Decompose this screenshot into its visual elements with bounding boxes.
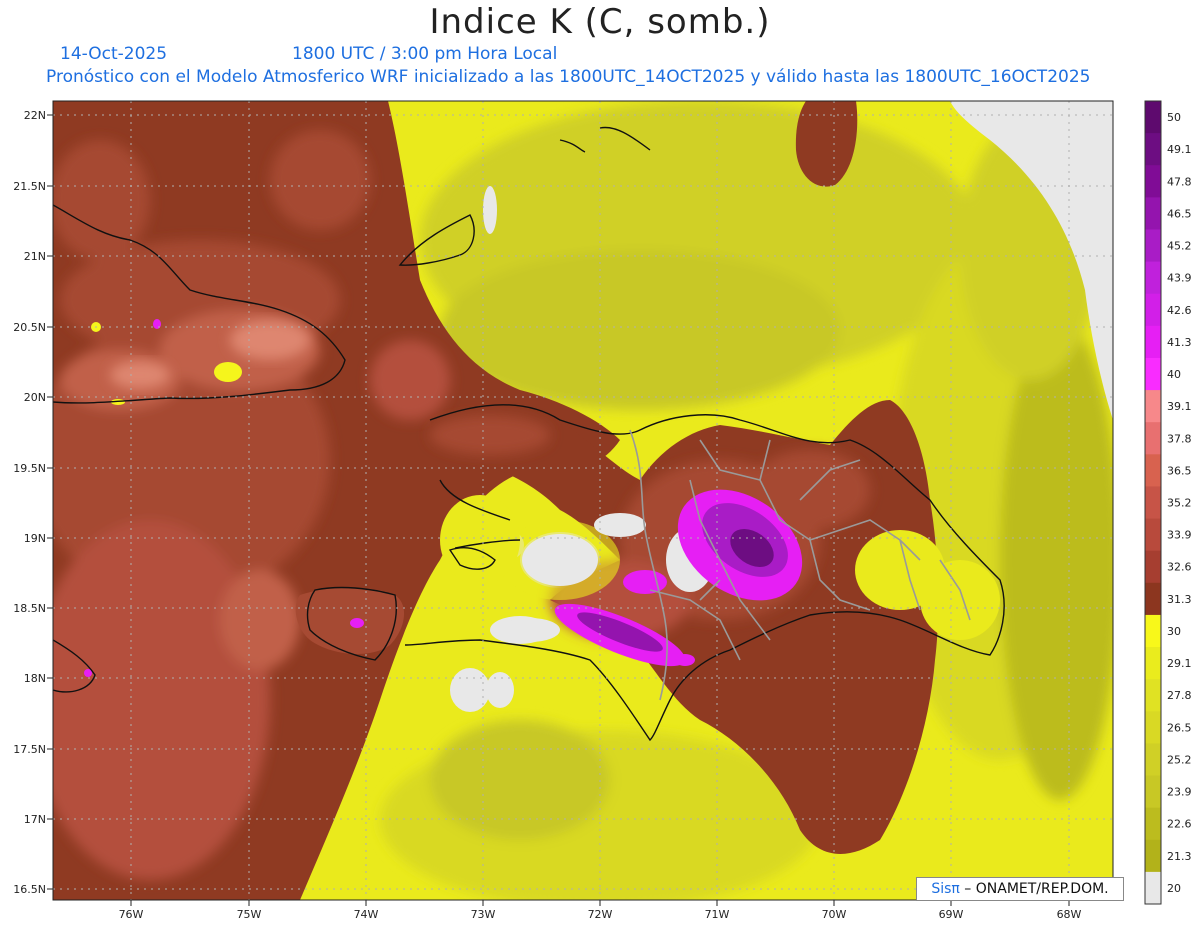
lon-label: 70W [822, 908, 847, 921]
legend-label: 21.3 [1167, 850, 1192, 863]
legend-swatch [1145, 743, 1161, 777]
lon-label: 76W [119, 908, 144, 921]
legend-swatch [1145, 357, 1161, 391]
legend-label: 46.5 [1167, 207, 1192, 220]
lat-label: 20.5N [13, 321, 46, 334]
legend-label: 43.9 [1167, 272, 1192, 285]
credit-org: – ONAMET/REP.DOM. [959, 881, 1109, 897]
lat-label: 22N [24, 109, 46, 122]
lat-label: 18.5N [13, 602, 46, 615]
legend-swatch [1145, 165, 1161, 198]
legend-label: 32.6 [1167, 561, 1192, 574]
legend-swatch [1145, 101, 1161, 134]
legend-label: 45.2 [1167, 240, 1192, 253]
legend-label: 29.1 [1167, 657, 1192, 670]
legend-label: 23.9 [1167, 786, 1192, 799]
lat-label: 17N [24, 813, 46, 826]
legend-label: 31.3 [1167, 593, 1192, 606]
legend-label: 36.5 [1167, 464, 1192, 477]
legend-label: 50 [1167, 111, 1181, 124]
lat-label: 19N [24, 532, 46, 545]
credit-box: Sisπ – ONAMET/REP.DOM. [916, 877, 1124, 901]
legend-swatch [1145, 518, 1161, 552]
legend-label: 41.3 [1167, 336, 1192, 349]
legend-label: 49.1 [1167, 143, 1192, 156]
lon-label: 74W [354, 908, 379, 921]
legend-swatch [1145, 454, 1161, 487]
legend-swatch [1145, 647, 1161, 680]
legend-label: 26.5 [1167, 721, 1192, 734]
legend-label: 30 [1167, 625, 1181, 638]
legend-swatch [1145, 775, 1161, 809]
shaded-field [53, 101, 1113, 900]
legend-label: 22.6 [1167, 818, 1192, 831]
lon-label: 73W [471, 908, 496, 921]
legend-swatch [1145, 390, 1161, 423]
lat-label: 17.5N [13, 743, 46, 756]
legend-swatch [1145, 229, 1161, 263]
lat-label: 18N [24, 672, 46, 685]
legend-swatch [1145, 486, 1161, 520]
legend-swatch [1145, 839, 1161, 873]
color-legend: 50 49.1 47.8 46.5 45.2 43.9 42.6 41.3 40 39.1 37.8… [1144, 100, 1192, 905]
legend-swatch [1145, 550, 1161, 584]
lon-label: 68W [1057, 908, 1082, 921]
lat-label: 19.5N [13, 462, 46, 475]
legend-label: 47.8 [1167, 175, 1192, 188]
longitude-axis: 76W 75W 74W 73W 72W 71W 70W 69W 68W [119, 908, 1082, 921]
lat-label: 21.5N [13, 180, 46, 193]
legend-label: 42.6 [1167, 304, 1192, 317]
lon-label: 69W [939, 908, 964, 921]
lat-label: 16.5N [13, 883, 46, 896]
legend-swatch [1145, 582, 1161, 616]
legend-swatch [1145, 422, 1161, 455]
legend-swatch [1145, 871, 1161, 905]
legend-label: 37.8 [1167, 432, 1192, 445]
legend-label: 27.8 [1167, 689, 1192, 702]
legend-swatch [1145, 679, 1161, 712]
legend-swatch [1145, 614, 1161, 648]
legend-swatch [1145, 293, 1161, 327]
lon-label: 75W [237, 908, 262, 921]
legend-swatch [1145, 807, 1161, 841]
latitude-axis: 22N 21.5N 21N 20.5N 20N 19.5N 19N 18.5N … [13, 109, 46, 896]
legend-label: 33.9 [1167, 529, 1192, 542]
k-index-map: 22N 21.5N 21N 20.5N 20N 19.5N 19N 18.5N … [13, 100, 1192, 921]
legend-swatch [1145, 261, 1161, 295]
legend-label: 25.2 [1167, 753, 1192, 766]
lat-label: 20N [24, 391, 46, 404]
legend-swatch [1145, 133, 1161, 166]
legend-label: 40 [1167, 368, 1181, 381]
lon-label: 71W [705, 908, 730, 921]
legend-swatch [1145, 711, 1161, 744]
lat-label: 21N [24, 250, 46, 263]
sis-logo-text: Sisπ [931, 881, 960, 897]
legend-label: 20 [1167, 882, 1181, 895]
lon-label: 72W [588, 908, 613, 921]
legend-label: 35.2 [1167, 497, 1192, 510]
legend-swatch [1145, 197, 1161, 230]
legend-label: 39.1 [1167, 400, 1192, 413]
legend-swatch [1145, 325, 1161, 359]
